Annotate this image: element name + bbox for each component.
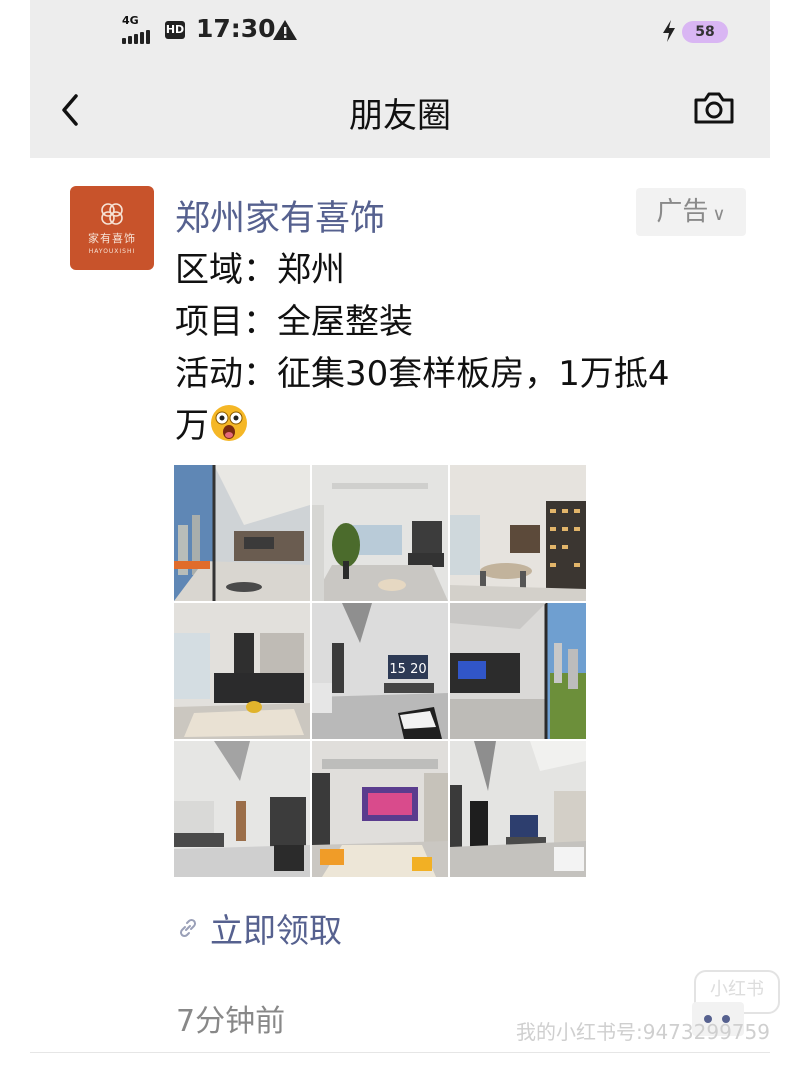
photo-grid: 15 20 [174, 465, 586, 877]
bolt-icon [663, 20, 675, 42]
post-line-wrap: 万 [175, 400, 755, 452]
photo-thumbnail[interactable] [450, 741, 586, 877]
avatar[interactable]: 家有喜饰 HAYOUXISHI [70, 186, 154, 270]
camera-icon[interactable] [692, 88, 736, 128]
top-bar: 4G HD 17:30 58 朋友圈 [30, 0, 770, 158]
avatar-logo-text: 家有喜饰 [88, 232, 136, 245]
network-type: 4G [122, 14, 139, 27]
post-timestamp: 7分钟前 [176, 1004, 286, 1039]
photo-thumbnail[interactable]: 15 20 [312, 603, 448, 739]
link-icon [179, 918, 197, 938]
post-line: 项目：全屋整装 [175, 302, 413, 342]
logo-mark-icon [101, 203, 123, 225]
photo-thumbnail[interactable] [174, 603, 310, 739]
page-title: 朋友圈 [349, 96, 451, 136]
photo-thumbnail[interactable] [450, 603, 586, 739]
signal-indicator: 4G [122, 14, 150, 44]
ad-label: 广告 [656, 197, 709, 227]
divider [30, 1052, 770, 1053]
photo-thumbnail[interactable] [450, 465, 586, 601]
nav-bar: 朋友圈 [30, 70, 770, 150]
post-text: 区域：郑州 项目：全屋整装 活动：征集30套样板房，1万抵4 万 [175, 244, 755, 452]
action-link[interactable]: 立即领取 [176, 904, 342, 952]
moments-post: 家有喜饰 HAYOUXISHI 郑州家有喜饰 广告 ∨ 区域：郑州 项目：全屋整装… [30, 158, 780, 1066]
emoji-icon [211, 405, 247, 441]
watermark-text: 我的小红书号:9473299759 [516, 1020, 770, 1044]
action-link-label: 立即领取 [210, 911, 342, 950]
hd-badge: HD [165, 21, 185, 39]
photo-thumbnail[interactable] [174, 465, 310, 601]
post-line: 区域：郑州 [175, 250, 345, 290]
photo-thumbnail[interactable] [312, 465, 448, 601]
avatar-logo-subtext: HAYOUXISHI [88, 248, 136, 255]
status-time: 17:30 [196, 14, 276, 43]
tv-display: 15 20 [389, 662, 426, 677]
post-line: 活动：征集30套样板房，1万抵4 [175, 354, 670, 394]
status-bar: 4G HD 17:30 58 [30, 0, 770, 60]
author-name[interactable]: 郑州家有喜饰 [175, 190, 385, 241]
battery-level: 58 [682, 21, 728, 43]
chevron-down-icon: ∨ [712, 204, 726, 225]
post-line: 万 [175, 406, 209, 446]
photo-thumbnail[interactable] [312, 741, 448, 877]
warning-icon [273, 20, 297, 40]
photo-thumbnail[interactable] [174, 741, 310, 877]
ad-tag-button[interactable]: 广告 ∨ [636, 188, 746, 236]
